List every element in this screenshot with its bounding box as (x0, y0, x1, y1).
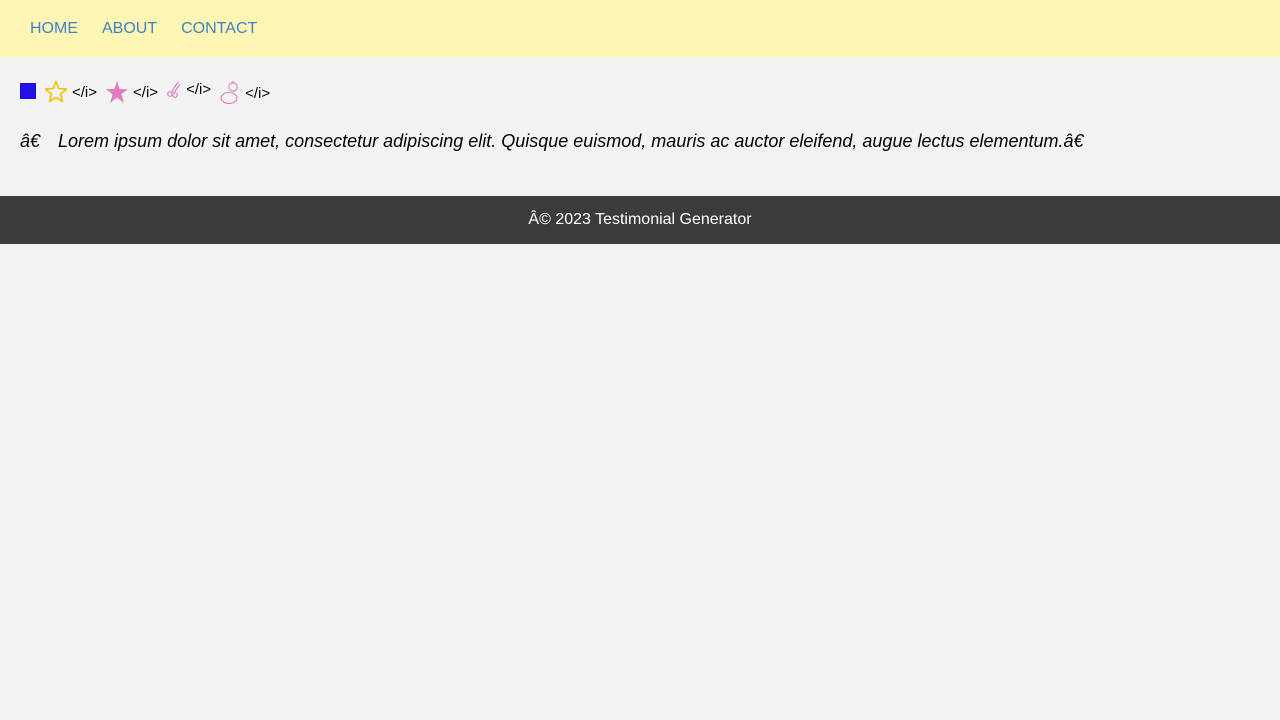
scissors-item: </i> (166, 80, 211, 98)
snowman-item: </i> (219, 80, 270, 106)
star-filled-item: </i> (105, 80, 158, 104)
nav-link-home[interactable]: HOME (30, 20, 78, 38)
icon-tag-text: </i> (72, 83, 98, 101)
icon-tag-text: </i> (245, 84, 271, 102)
snowman-icon (219, 80, 241, 106)
icon-tag-text: </i> (133, 83, 159, 101)
star-filled-icon (105, 80, 129, 104)
quote-open-mark: â€ (20, 131, 41, 151)
scissors-icon (166, 80, 182, 98)
testimonial-text: Lorem ipsum dolor sit amet, consectetur … (58, 131, 1084, 151)
nav-link-contact[interactable]: CONTACT (181, 20, 257, 38)
top-navbar: HOME ABOUT CONTACT (0, 0, 1280, 57)
page-footer: Â© 2023 Testimonial Generator (0, 196, 1280, 244)
star-outline-item: </i> (44, 80, 97, 104)
testimonial-quote: â€ Lorem ipsum dolor sit amet, consectetu… (20, 131, 1260, 152)
star-outline-icon (44, 80, 68, 104)
square-icon (20, 83, 36, 99)
icon-tag-text: </i> (186, 80, 212, 98)
icon-row: </i> </i> </i> </i> (20, 80, 278, 110)
footer-copyright: Â© 2023 Testimonial Generator (528, 211, 752, 228)
nav-link-about[interactable]: ABOUT (102, 20, 157, 38)
